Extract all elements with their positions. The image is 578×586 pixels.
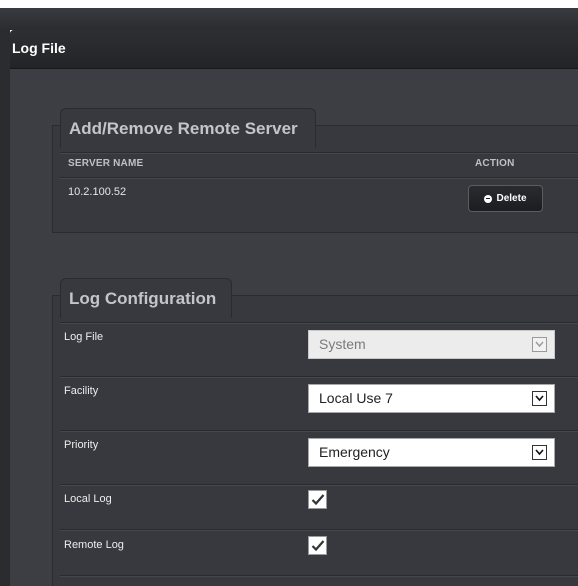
chevron-down-icon bbox=[532, 337, 547, 352]
remote-server-panel-title: Add/Remove Remote Server bbox=[69, 119, 298, 138]
checkmark-icon bbox=[311, 540, 325, 552]
divider bbox=[60, 152, 578, 154]
log-file-label: Log File bbox=[64, 331, 104, 343]
log-configuration-panel-title: Log Configuration bbox=[69, 289, 217, 308]
remote-log-checkbox[interactable] bbox=[308, 536, 327, 555]
divider bbox=[60, 484, 578, 486]
background-window-edge bbox=[0, 30, 10, 586]
priority-select[interactable]: Emergency bbox=[308, 438, 555, 467]
delete-button-label: Delete bbox=[496, 193, 527, 204]
log-file-select: System bbox=[308, 330, 555, 359]
chevron-down-icon bbox=[532, 445, 547, 460]
remote-server-panel-tab: Add/Remove Remote Server bbox=[60, 108, 316, 150]
checkmark-icon bbox=[311, 494, 325, 506]
facility-select[interactable]: Local Use 7 bbox=[308, 384, 555, 413]
tab-fill bbox=[61, 317, 231, 320]
divider bbox=[60, 575, 578, 577]
divider bbox=[60, 529, 578, 531]
column-header-action: ACTION bbox=[475, 158, 515, 169]
local-log-checkbox[interactable] bbox=[308, 490, 327, 509]
log-file-dialog: Log File Add/Remove Remote Server SERVER… bbox=[10, 30, 578, 586]
log-file-select-value: System bbox=[319, 336, 366, 352]
dialog-title: Log File bbox=[12, 40, 66, 56]
divider bbox=[60, 376, 578, 378]
priority-select-value: Emergency bbox=[319, 444, 390, 460]
remote-log-label: Remote Log bbox=[64, 539, 124, 551]
log-configuration-panel-tab: Log Configuration bbox=[60, 278, 232, 320]
delete-button[interactable]: Delete bbox=[468, 185, 543, 212]
divider bbox=[60, 430, 578, 432]
dialog-header[interactable]: Log File bbox=[10, 30, 578, 69]
local-log-label: Local Log bbox=[64, 493, 112, 505]
tab-fill bbox=[61, 147, 315, 150]
dialog-body: Add/Remove Remote Server SERVER NAME ACT… bbox=[10, 69, 578, 586]
column-header-server-name: SERVER NAME bbox=[68, 158, 144, 169]
screen: Log File Add/Remove Remote Server SERVER… bbox=[0, 0, 578, 586]
background-window-bar bbox=[0, 8, 578, 30]
facility-select-value: Local Use 7 bbox=[319, 390, 393, 406]
minus-circle-icon bbox=[484, 194, 493, 203]
facility-label: Facility bbox=[64, 385, 99, 397]
divider bbox=[60, 177, 578, 179]
chevron-down-icon bbox=[532, 391, 547, 406]
divider bbox=[60, 322, 578, 324]
server-name-cell: 10.2.100.52 bbox=[68, 186, 127, 198]
priority-label: Priority bbox=[64, 439, 99, 451]
